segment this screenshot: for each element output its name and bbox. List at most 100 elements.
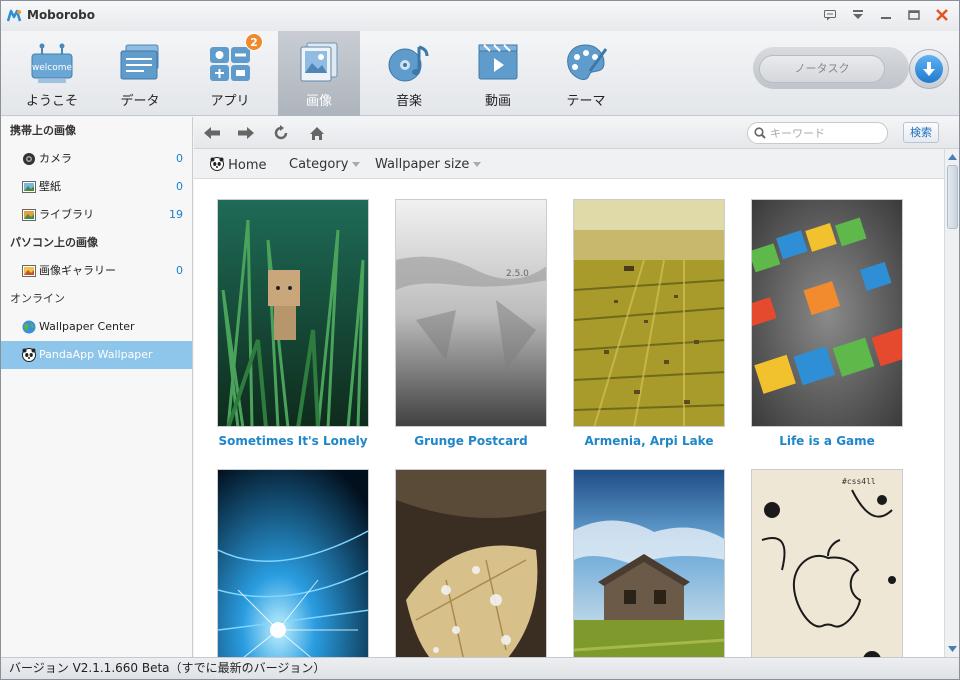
search-icon: [754, 127, 766, 139]
svg-text:2.5.0: 2.5.0: [506, 269, 529, 279]
sidebar-item-label: 画像ギャラリー: [39, 264, 116, 277]
wallpaper-size-label: Wallpaper size: [375, 157, 470, 172]
wallpaper-title[interactable]: Grunge Postcard: [395, 434, 547, 448]
wallpaper-card[interactable]: #css4ll: [751, 469, 903, 657]
wallpaper-size-dropdown[interactable]: Wallpaper size: [375, 157, 482, 172]
data-icon: [120, 44, 159, 80]
sidebar-item-library[interactable]: ライブラリ 19: [1, 201, 192, 229]
sidebar-item-label: ライブラリ: [39, 208, 94, 221]
wallpaper-thumbnail[interactable]: [573, 199, 725, 427]
moborobo-logo-icon: [7, 9, 21, 22]
window-title: Moborobo: [27, 8, 96, 22]
welcome-icon: welcome: [31, 43, 73, 83]
category-label: Category: [289, 157, 349, 172]
sidebar-item-count: 0: [176, 264, 183, 277]
gallery-icon: [22, 265, 36, 277]
sidebar-item-pandaapp-wallpaper[interactable]: PandaApp Wallpaper: [1, 341, 192, 369]
tab-apps[interactable]: 2 アプリ: [189, 31, 271, 116]
tab-data[interactable]: データ: [99, 31, 181, 116]
chevron-down-icon: [473, 162, 482, 167]
panda-icon: [22, 348, 36, 362]
images-icon: [300, 42, 338, 82]
home-icon[interactable]: [307, 123, 327, 143]
sidebar-section-online: オンライン: [10, 292, 65, 305]
wallpaper-card[interactable]: Life is a Game: [751, 199, 903, 448]
wallpaper-card[interactable]: Armenia, Arpi Lake: [573, 199, 725, 448]
filter-home-link[interactable]: Home: [210, 157, 267, 173]
globe-icon: [22, 320, 36, 334]
category-dropdown[interactable]: Category: [289, 157, 361, 172]
tab-music[interactable]: 音楽: [368, 31, 450, 116]
forward-icon[interactable]: [236, 123, 256, 143]
wallpaper-thumbnail[interactable]: 2.5.0: [395, 199, 547, 427]
content-panel: 検索 Home Category Wallpaper size: [194, 117, 959, 657]
sidebar-item-wallpaper-center[interactable]: Wallpaper Center: [1, 313, 192, 341]
tab-theme[interactable]: テーマ: [545, 31, 627, 116]
library-icon: [22, 209, 36, 221]
minimize-icon[interactable]: [877, 6, 895, 24]
feedback-icon[interactable]: [821, 6, 839, 24]
wallpaper-thumbnail[interactable]: [573, 469, 725, 657]
wallpaper-thumbnail[interactable]: [217, 199, 369, 427]
chevron-down-icon: [352, 162, 361, 167]
back-icon[interactable]: [202, 123, 222, 143]
app-window: Moborobo welcome ようこそ データ 2 アプリ 画像 音楽 動画…: [0, 0, 960, 680]
tab-video[interactable]: 動画: [457, 31, 539, 116]
wallpaper-thumbnail[interactable]: #css4ll: [751, 469, 903, 657]
filter-home-label: Home: [228, 158, 267, 173]
tab-welcome[interactable]: welcome ようこそ: [11, 31, 93, 116]
apps-update-badge: 2: [245, 33, 263, 51]
maximize-icon[interactable]: [905, 6, 923, 24]
tab-label: 画像: [305, 94, 332, 109]
tab-label: テーマ: [566, 94, 606, 109]
tab-images[interactable]: 画像: [278, 31, 360, 116]
download-arrow-icon: [923, 62, 935, 76]
search-button[interactable]: 検索: [903, 122, 939, 143]
wallpaper-thumbnail[interactable]: [217, 469, 369, 657]
wallpaper-grid: Sometimes It's Lonely 2.5.0 Grunge Postc…: [194, 179, 944, 657]
tab-label: アプリ: [210, 94, 250, 109]
tab-label: ようこそ: [25, 94, 78, 109]
sidebar-item-gallery[interactable]: 画像ギャラリー 0: [1, 257, 192, 285]
wallpaper-title[interactable]: Life is a Game: [751, 434, 903, 448]
sidebar-item-label: 壁紙: [39, 180, 61, 193]
sidebar-item-label: カメラ: [39, 152, 72, 165]
wallpaper-title[interactable]: Sometimes It's Lonely: [217, 434, 369, 448]
tab-label: 音楽: [395, 94, 422, 109]
sidebar-section-pc: パソコン上の画像: [10, 236, 98, 249]
tab-label: データ: [120, 94, 160, 109]
menu-dropdown-icon[interactable]: [849, 6, 867, 24]
scroll-down-icon[interactable]: [947, 643, 958, 654]
music-icon: [388, 45, 429, 82]
theme-icon: [567, 44, 608, 80]
wallpaper-thumbnail[interactable]: [751, 199, 903, 427]
panda-icon: [210, 157, 224, 171]
task-status-button[interactable]: ノータスク: [759, 55, 885, 83]
wallpaper-card[interactable]: 2.5.0 Grunge Postcard: [395, 199, 547, 448]
search-input[interactable]: [770, 125, 882, 141]
wallpaper-card[interactable]: [573, 469, 725, 657]
sidebar-item-count: 19: [169, 208, 183, 221]
vertical-scrollbar[interactable]: [944, 149, 959, 657]
filter-bar: Home Category Wallpaper size: [194, 149, 944, 179]
wallpaper-icon: [22, 181, 36, 193]
sidebar-item-wallpaper[interactable]: 壁紙 0: [1, 173, 192, 201]
scroll-up-icon[interactable]: [947, 151, 958, 162]
download-manager-button[interactable]: [909, 49, 949, 89]
wallpaper-card[interactable]: [395, 469, 547, 657]
wallpaper-thumbnail[interactable]: [395, 469, 547, 657]
sidebar-item-label: PandaApp Wallpaper: [39, 348, 153, 361]
wallpaper-card[interactable]: Sometimes It's Lonely: [217, 199, 369, 448]
sidebar-section-phone: 携帯上の画像: [10, 124, 76, 137]
close-icon[interactable]: [933, 6, 951, 24]
refresh-icon[interactable]: [271, 123, 291, 143]
wallpaper-title[interactable]: Armenia, Arpi Lake: [573, 434, 725, 448]
video-icon: [478, 44, 518, 80]
title-bar: Moborobo: [1, 1, 959, 31]
search-box: [747, 122, 888, 144]
main-toolbar: welcome ようこそ データ 2 アプリ 画像 音楽 動画 テーマ ノータス…: [1, 31, 959, 116]
sidebar-item-camera[interactable]: カメラ 0: [1, 145, 192, 173]
scrollbar-thumb[interactable]: [947, 165, 958, 229]
svg-text:#css4ll: #css4ll: [842, 477, 876, 486]
wallpaper-card[interactable]: [217, 469, 369, 657]
